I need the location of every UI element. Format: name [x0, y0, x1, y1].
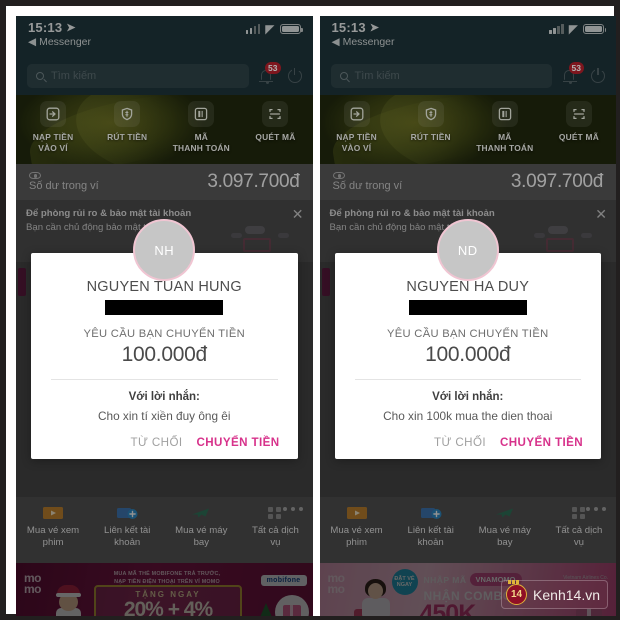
- redacted-phone-number: [105, 300, 224, 315]
- image-frame: 15:13 ➤ ◀ Messenger ◤ Tìm kiếm 53 NẠP TI…: [0, 0, 620, 620]
- deny-button[interactable]: TỪ CHỐI: [131, 436, 183, 449]
- money-request-dialog-left: NH NGUYEN TUAN HUNG YÊU CẦU BẠN CHUYỂN T…: [31, 219, 298, 459]
- dialog-actions: TỪ CHỐI CHUYỂN TIỀN: [351, 436, 586, 449]
- request-message: Cho xin 100k mua the dien thoai: [383, 409, 553, 423]
- badge-crown-decor: [508, 580, 520, 584]
- image-inner-border: 15:13 ➤ ◀ Messenger ◤ Tìm kiếm 53 NẠP TI…: [6, 6, 616, 616]
- money-request-dialog-right: ND NGUYEN HA DUY YÊU CẦU BẠN CHUYỂN TIỀN…: [334, 219, 601, 459]
- redacted-phone-number: [408, 300, 527, 315]
- request-amount: 100.000đ: [425, 343, 511, 366]
- watermark-badge-text: 14: [510, 589, 523, 600]
- kenh14-badge-icon: 14: [506, 580, 528, 605]
- message-label: Với lời nhắn:: [128, 391, 200, 403]
- request-label: YÊU CẦU BẠN CHUYỂN TIỀN: [83, 328, 245, 340]
- transfer-button[interactable]: CHUYỂN TIỀN: [197, 436, 280, 449]
- deny-button[interactable]: TỪ CHỐI: [434, 436, 486, 449]
- phone-screenshot-pair: 15:13 ➤ ◀ Messenger ◤ Tìm kiếm 53 NẠP TI…: [16, 16, 616, 616]
- message-label: Với lời nhắn:: [432, 391, 504, 403]
- avatar: ND: [436, 219, 499, 281]
- dialog-divider: [51, 379, 278, 380]
- request-label: YÊU CẦU BẠN CHUYỂN TIỀN: [387, 328, 549, 340]
- requester-name: NGUYEN TUAN HUNG: [86, 279, 242, 295]
- dialog-actions: TỪ CHỐI CHUYỂN TIỀN: [47, 436, 282, 449]
- request-message: Cho xin tí xiền đuy ông êi: [98, 409, 231, 423]
- requester-name: NGUYEN HA DUY: [406, 279, 530, 295]
- phone-right: 15:13 ➤ ◀ Messenger ◤ Tìm kiếm 53 NẠP TI…: [319, 16, 616, 616]
- request-amount: 100.000đ: [121, 343, 208, 366]
- dialog-divider: [354, 379, 581, 380]
- transfer-button[interactable]: CHUYỂN TIỀN: [500, 436, 583, 449]
- avatar: NH: [133, 219, 196, 281]
- watermark-text: Kenh14.vn: [533, 586, 600, 603]
- kenh14-watermark: 14 Kenh14.vn: [501, 580, 608, 609]
- phone-left: 15:13 ➤ ◀ Messenger ◤ Tìm kiếm 53 NẠP TI…: [16, 16, 313, 616]
